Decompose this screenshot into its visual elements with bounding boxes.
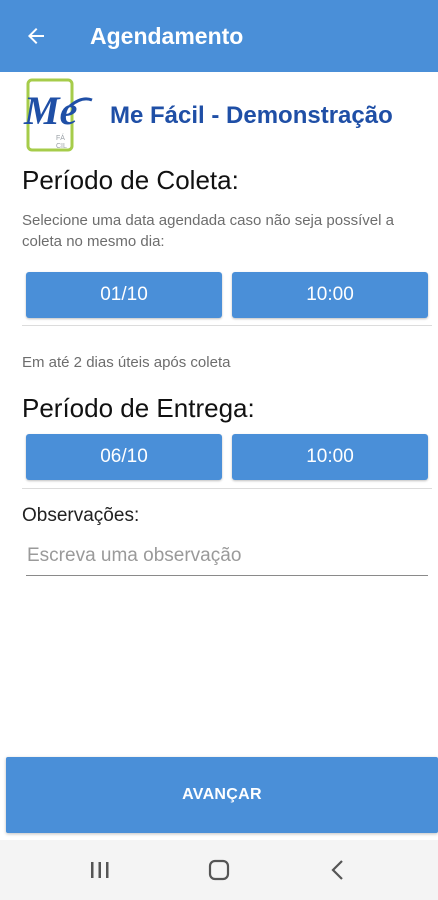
system-nav-bar [0, 840, 438, 900]
arrow-left-icon [28, 28, 44, 44]
entrega-time-button[interactable]: 10:00 [232, 434, 428, 480]
coleta-hint: Selecione uma data agendada caso não sej… [22, 212, 394, 250]
back-button[interactable] [0, 0, 72, 72]
page-title: Agendamento [90, 22, 244, 49]
back-icon [331, 860, 344, 880]
recent-apps-icon [90, 862, 109, 878]
svg-text:FÁ: FÁ [56, 133, 65, 142]
app-bar: Agendamento [0, 0, 438, 72]
observacoes-label: Observações: [22, 505, 140, 526]
entrega-hint: Em até 2 dias úteis após coleta [22, 354, 231, 371]
observacoes-input[interactable] [26, 536, 428, 576]
advance-button[interactable]: AVANÇAR [6, 757, 438, 833]
recent-apps-button[interactable] [70, 845, 130, 895]
brand-logo: Me FÁ CIL [22, 78, 102, 154]
coleta-date-button[interactable]: 01/10 [26, 272, 222, 318]
brand-header: Me FÁ CIL Me Fácil - Demonstração [22, 76, 432, 156]
svg-text:CIL: CIL [56, 143, 67, 150]
entrega-divider [22, 488, 432, 489]
coleta-time-button[interactable]: 10:00 [232, 272, 428, 318]
brand-name: Me Fácil - Demonstração [110, 102, 393, 129]
coleta-title: Período de Coleta: [22, 165, 239, 195]
system-back-button[interactable] [308, 845, 368, 895]
home-button[interactable] [189, 845, 249, 895]
entrega-date-button[interactable]: 06/10 [26, 434, 222, 480]
home-icon [208, 859, 230, 881]
entrega-title: Período de Entrega: [22, 393, 255, 423]
svg-text:Me: Me [23, 88, 77, 133]
coleta-divider [22, 325, 432, 326]
